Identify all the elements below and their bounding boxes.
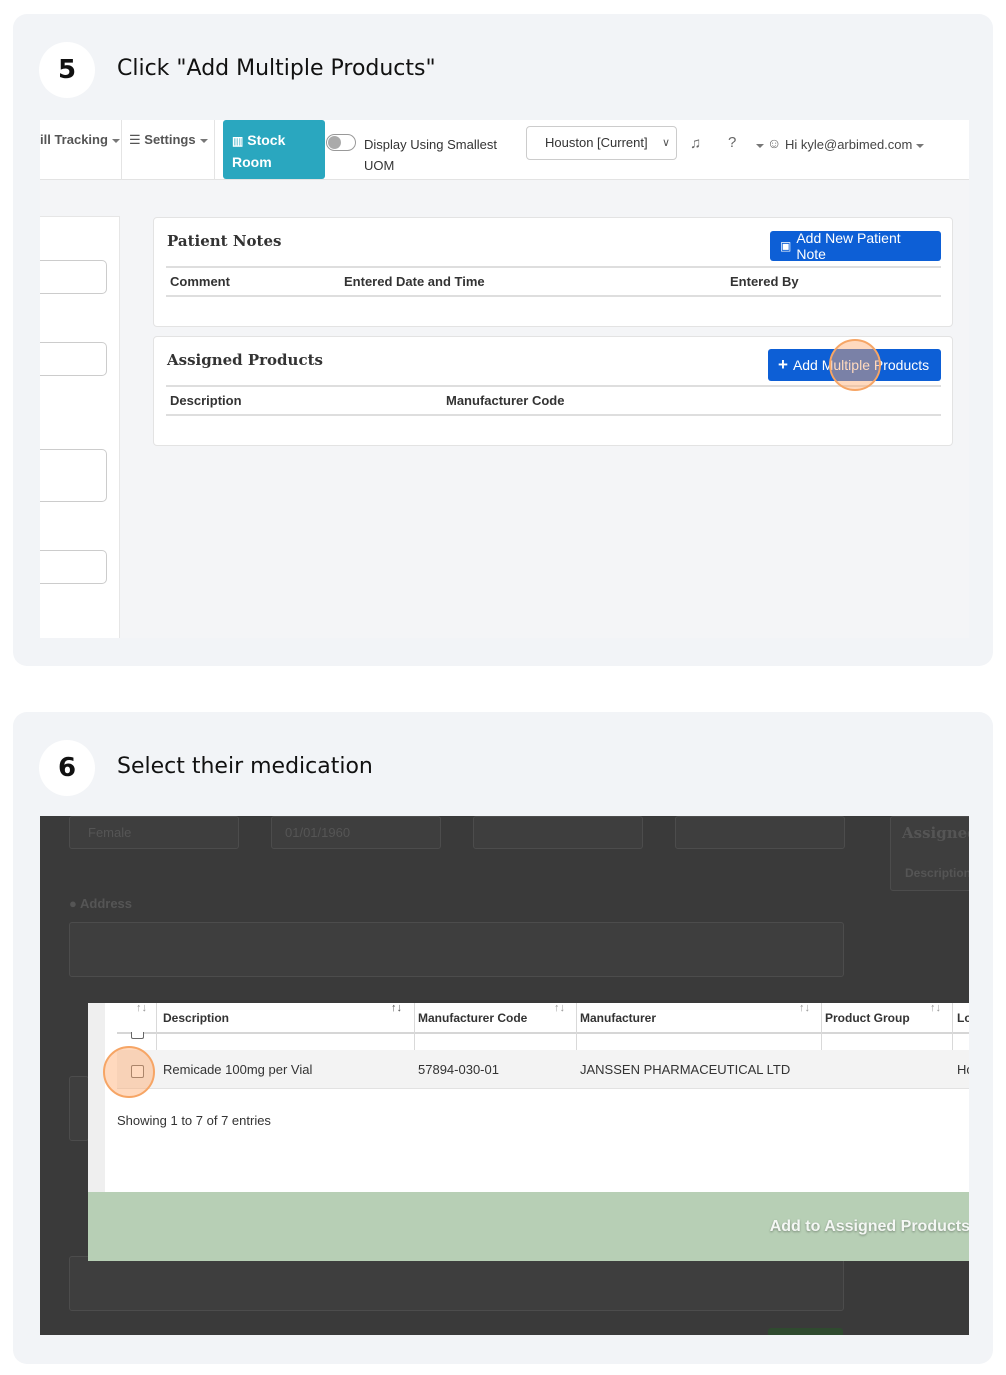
help-icon[interactable]: ? bbox=[728, 134, 736, 151]
sliders-icon: ☰ bbox=[129, 132, 141, 147]
form-field[interactable] bbox=[40, 342, 107, 376]
bell-icon[interactable]: ♫ bbox=[690, 135, 701, 152]
form-field bbox=[473, 816, 643, 849]
row-manufacturer-code: 57894-030-01 bbox=[418, 1062, 499, 1077]
step-title: Click "Add Multiple Products" bbox=[117, 56, 436, 81]
barcode-icon: ▥ bbox=[232, 134, 244, 148]
smallest-uom-label: Display Using Smallest UOM bbox=[364, 137, 497, 173]
divider bbox=[166, 295, 941, 297]
address-label-text: Address bbox=[80, 896, 133, 911]
user-menu-label: Hi kyle@arbimed.com bbox=[785, 137, 913, 152]
stock-room-label-1: Stock bbox=[247, 132, 286, 148]
column-header-entered-by: Entered By bbox=[730, 274, 799, 289]
stock-room-button[interactable]: ▥ Stock Room bbox=[223, 120, 325, 179]
description-label: Description bbox=[905, 866, 969, 880]
column-header-manufacturer[interactable]: Manufacturer bbox=[580, 1011, 656, 1025]
column-header-location[interactable]: Lo bbox=[957, 1011, 969, 1025]
sort-icon[interactable]: ↑↓ bbox=[799, 1002, 810, 1014]
patient-notes-panel: Patient Notes ▣ Add New Patient Note Com… bbox=[153, 217, 953, 327]
table-row[interactable]: Remicade 100mg per Vial 57894-030-01 JAN… bbox=[117, 1050, 969, 1089]
add-new-patient-note-button[interactable]: ▣ Add New Patient Note bbox=[770, 230, 941, 262]
nav-bill-tracking[interactable]: ill Tracking bbox=[40, 132, 120, 147]
sort-icon[interactable]: ↑↓ bbox=[930, 1002, 941, 1014]
form-field[interactable] bbox=[40, 550, 107, 584]
divider bbox=[166, 266, 941, 268]
patient-form-panel bbox=[40, 216, 120, 638]
divider bbox=[166, 414, 941, 416]
smallest-uom-toggle[interactable] bbox=[326, 134, 356, 151]
clipboard-plus-icon: ▣ bbox=[780, 239, 792, 253]
add-to-assigned-products-button[interactable]: Add to Assigned Products bbox=[770, 1218, 969, 1236]
column-header-product-group[interactable]: Product Group bbox=[825, 1011, 910, 1025]
patient-notes-title: Patient Notes bbox=[167, 232, 282, 250]
add-new-patient-note-label: Add New Patient Note bbox=[796, 230, 901, 262]
nav-settings[interactable]: ☰ Settings bbox=[129, 132, 208, 148]
table-header: ↑↓ Description ↑↓ Manufacturer Code ↑↓ M… bbox=[117, 1002, 969, 1089]
form-field[interactable] bbox=[40, 260, 107, 294]
step-title: Select their medication bbox=[117, 754, 373, 779]
step-number: 5 bbox=[39, 42, 95, 98]
step-number: 6 bbox=[39, 740, 95, 796]
location-select-value: Houston [Current] bbox=[545, 135, 648, 150]
row-checkbox-partial[interactable] bbox=[131, 1032, 144, 1039]
caret-down-icon bbox=[199, 138, 208, 143]
dob-value: 01/01/1960 bbox=[285, 825, 351, 840]
screenshot-step-5: ill Tracking ☰ Settings ▥ Stock Room Dis… bbox=[40, 120, 969, 638]
top-navbar: ill Tracking ☰ Settings ▥ Stock Room Dis… bbox=[40, 120, 969, 180]
sort-icon[interactable]: ↑↓ bbox=[136, 1002, 147, 1014]
nav-bill-tracking-label: ill Tracking bbox=[40, 132, 108, 147]
divider bbox=[166, 385, 941, 387]
screenshot-step-6: Female 01/01/1960 ● Address Assigned Des… bbox=[40, 816, 969, 1335]
nav-divider bbox=[214, 120, 215, 180]
sort-icon[interactable]: ↑↓ bbox=[554, 1002, 565, 1014]
gender-value: Female bbox=[88, 825, 132, 840]
nav-divider bbox=[121, 120, 122, 180]
row-location: Ho bbox=[957, 1062, 969, 1077]
form-field bbox=[69, 1076, 89, 1141]
row-manufacturer: JANSSEN PHARMACEUTICAL LTD bbox=[580, 1062, 791, 1077]
map-marker-icon: ● bbox=[69, 896, 77, 911]
column-header-comment: Comment bbox=[170, 274, 230, 289]
assigned-products-title: Assigned Products bbox=[167, 351, 323, 369]
click-highlight bbox=[103, 1046, 155, 1098]
row-description: Remicade 100mg per Vial bbox=[163, 1062, 313, 1077]
user-icon: ☺ bbox=[767, 135, 782, 151]
address-textarea bbox=[69, 922, 844, 977]
caret-down-icon bbox=[916, 143, 925, 148]
form-textarea[interactable] bbox=[40, 449, 107, 502]
column-header-description: Description bbox=[170, 393, 242, 408]
step-5-card: 5 Click "Add Multiple Products" ill Trac… bbox=[13, 14, 993, 666]
modal-footer: Add to Assigned Products bbox=[88, 1192, 969, 1261]
caret-down-icon[interactable] bbox=[756, 144, 764, 148]
address-label: ● Address bbox=[69, 896, 132, 911]
plus-icon: + bbox=[778, 355, 788, 374]
column-header-description[interactable]: Description bbox=[163, 1011, 229, 1025]
save-button-partial bbox=[768, 1328, 843, 1335]
form-field bbox=[675, 816, 845, 849]
assigned-label: Assigned bbox=[902, 824, 969, 842]
column-header-manufacturer-code: Manufacturer Code bbox=[446, 393, 565, 408]
location-select[interactable]: Houston [Current] ∨ bbox=[526, 126, 677, 160]
product-select-modal: ↑↓ Description ↑↓ Manufacturer Code ↑↓ M… bbox=[88, 1002, 969, 1261]
click-highlight bbox=[829, 339, 881, 391]
chevron-down-icon: ∨ bbox=[661, 137, 670, 149]
step-6-card: 6 Select their medication Female 01/01/1… bbox=[13, 712, 993, 1364]
notes-textarea bbox=[69, 1256, 844, 1311]
user-menu[interactable]: Hi kyle@arbimed.com bbox=[785, 137, 925, 152]
column-header-manufacturer-code[interactable]: Manufacturer Code bbox=[418, 1011, 527, 1025]
stock-room-label-2: Room bbox=[232, 154, 272, 170]
entries-info: Showing 1 to 7 of 7 entries bbox=[117, 1113, 271, 1128]
column-header-entered-date: Entered Date and Time bbox=[344, 274, 485, 289]
nav-settings-label: Settings bbox=[144, 132, 196, 147]
sort-asc-icon[interactable]: ↑↓ bbox=[391, 1002, 402, 1014]
caret-down-icon bbox=[111, 138, 120, 143]
